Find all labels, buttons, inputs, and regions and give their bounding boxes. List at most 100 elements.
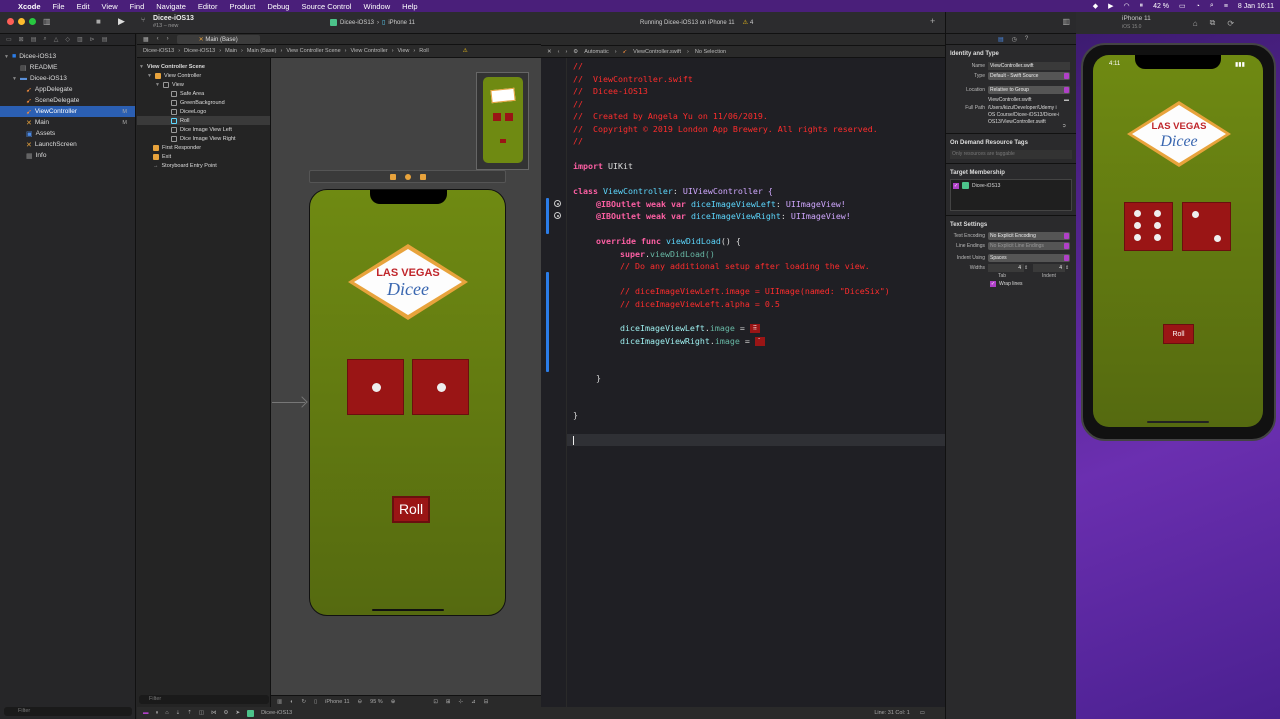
help-icon[interactable]: ?: [1025, 36, 1028, 42]
breadcrumb-item[interactable]: Dicee-iOS13: [143, 48, 174, 54]
view-debugger-icon[interactable]: ◫: [199, 710, 204, 716]
align-icon[interactable]: ⊞: [446, 699, 451, 705]
menu-editor[interactable]: Editor: [198, 2, 218, 11]
odr-tags-field[interactable]: Only resources are taggable: [950, 150, 1072, 159]
control-center-icon[interactable]: ≡: [1224, 3, 1228, 10]
ib-dice-right[interactable]: [412, 359, 469, 415]
back-icon[interactable]: ‹: [157, 36, 159, 42]
dice-six-image-literal[interactable]: ⠿: [749, 324, 760, 333]
menu-clock[interactable]: 8 Jan 16:11: [1238, 3, 1274, 10]
indent-width-field[interactable]: 4: [1033, 264, 1065, 272]
outline-dice-left[interactable]: Dice Image View Left: [137, 125, 270, 134]
close-window-button[interactable]: [7, 18, 14, 25]
screenshot-icon[interactable]: ⧉: [1210, 18, 1216, 28]
grid-icon[interactable]: ▦: [143, 36, 149, 43]
ib-dice-left[interactable]: [347, 359, 404, 415]
outline-toggle-icon[interactable]: ▥: [277, 699, 282, 705]
play-icon[interactable]: ▶: [1108, 2, 1113, 10]
find-icon[interactable]: ⌕: [43, 36, 46, 43]
tab-width-field[interactable]: 4: [988, 264, 1024, 272]
breadcrumb-item[interactable]: View Controller: [351, 48, 388, 54]
outline-filter-input[interactable]: Filter: [139, 695, 269, 704]
nav-item-info[interactable]: ▦ Info: [0, 150, 135, 161]
back-icon[interactable]: ‹: [558, 49, 560, 55]
folder-icon[interactable]: ▬: [1064, 97, 1069, 103]
outlet-connection-icon[interactable]: [554, 212, 561, 219]
menu-view[interactable]: View: [102, 2, 118, 11]
entry-point-arrow[interactable]: [272, 402, 305, 403]
ib-roll-button[interactable]: Roll: [392, 496, 430, 523]
environment-icon[interactable]: ⚙: [224, 710, 229, 716]
reveal-in-finder-icon[interactable]: ➲: [1062, 123, 1066, 129]
pause-icon[interactable]: ⏸: [156, 710, 159, 717]
forward-icon[interactable]: ›: [167, 36, 169, 42]
menu-find[interactable]: Find: [130, 2, 145, 11]
endings-popup[interactable]: No Explicit Line Endings: [988, 242, 1070, 250]
disclosure-icon[interactable]: ▼: [4, 54, 10, 60]
target-checkbox[interactable]: ✓: [953, 182, 959, 189]
device-icon[interactable]: ▯: [314, 699, 317, 705]
disclosure-icon[interactable]: ▼: [147, 73, 153, 79]
outlet-connection-icon[interactable]: [554, 200, 561, 207]
menu-window[interactable]: Window: [363, 2, 390, 11]
warning-icon[interactable]: ⚠: [463, 48, 468, 54]
update-frames-icon[interactable]: ⊡: [433, 699, 438, 705]
step-in-icon[interactable]: ⇣: [176, 710, 181, 716]
assistant-file[interactable]: ViewController.swift: [633, 49, 681, 55]
stepper-icon[interactable]: ⇕: [1024, 265, 1029, 271]
breadcrumb-item[interactable]: Roll: [419, 48, 428, 54]
wrap-checkbox[interactable]: ✓: [990, 281, 996, 287]
memory-graph-icon[interactable]: ⋈: [211, 710, 217, 716]
folder-icon[interactable]: ▭: [6, 36, 12, 43]
exit-icon[interactable]: [419, 173, 426, 180]
panel-toggle-icon[interactable]: ▭: [920, 710, 925, 716]
wifi-icon[interactable]: ◔: [1196, 3, 1200, 10]
embed-icon[interactable]: ⊟: [484, 699, 489, 705]
location-popup[interactable]: Relative to Group: [988, 86, 1070, 94]
breadcrumb-item[interactable]: View Controller Scene: [286, 48, 340, 54]
zoom-in-icon[interactable]: ⊕: [391, 699, 396, 705]
menu-xcode[interactable]: Xcode: [18, 2, 41, 11]
home-icon[interactable]: ⌂: [1193, 19, 1198, 28]
warning-count[interactable]: 4: [750, 20, 753, 26]
stepper-icon[interactable]: ⇕: [1065, 265, 1070, 271]
outline-roll[interactable]: Roll: [137, 116, 270, 125]
disclosure-icon[interactable]: ▼: [139, 64, 145, 70]
add-constraint-icon[interactable]: ⊹: [459, 699, 464, 705]
debug-icon[interactable]: ▥: [77, 36, 83, 43]
first-responder-icon[interactable]: [404, 173, 411, 180]
sim-screen[interactable]: 4:11 ▮▮▮ LAS VEGAS Dicee Roll: [1093, 55, 1263, 427]
nav-item-readme[interactable]: ▤ README: [0, 62, 135, 73]
tab-main-base[interactable]: ✕ Main (Base): [176, 34, 260, 44]
orientation-icon[interactable]: ↻: [302, 699, 307, 705]
scheme-name[interactable]: Dicee-iOS13: [340, 20, 374, 26]
outline-first-responder[interactable]: First Responder: [137, 143, 270, 152]
nav-item-main[interactable]: ✕ Main M: [0, 117, 135, 128]
outline-safe-area[interactable]: Safe Area: [137, 89, 270, 98]
history-icon[interactable]: ◷: [1012, 36, 1017, 43]
menu-edit[interactable]: Edit: [77, 2, 90, 11]
report-icon[interactable]: ▤: [102, 36, 108, 43]
menu-help[interactable]: Help: [402, 2, 417, 11]
breakpoint-icon[interactable]: ⊳: [90, 36, 95, 43]
menu-file[interactable]: File: [53, 2, 65, 11]
stop-icon[interactable]: ■: [96, 17, 101, 26]
inspector-toggle-icon[interactable]: ▥: [1062, 17, 1070, 26]
headphones-icon[interactable]: ◠: [1123, 2, 1129, 10]
menu-debug[interactable]: Debug: [267, 2, 289, 11]
ib-phone-frame[interactable]: LAS VEGAS Dicee Roll: [309, 189, 506, 616]
symbol-icon[interactable]: ▤: [31, 36, 37, 43]
minimize-window-button[interactable]: [18, 18, 25, 25]
zoom-out-icon[interactable]: ⊖: [358, 699, 363, 705]
disclosure-icon[interactable]: ▼: [12, 76, 18, 82]
outline-exit[interactable]: Exit: [137, 152, 270, 161]
pause-icon[interactable]: ⏸: [1140, 2, 1144, 10]
run-icon[interactable]: ▶: [118, 16, 125, 27]
battery-icon[interactable]: ▭: [1179, 2, 1186, 10]
issue-icon[interactable]: △: [54, 36, 59, 43]
outline-dice-right[interactable]: Dice Image View Right: [137, 134, 270, 143]
breadcrumb-item[interactable]: Dicee-iOS13: [184, 48, 215, 54]
sim-roll-button[interactable]: Roll: [1163, 324, 1194, 344]
assistant-mode[interactable]: Automatic: [584, 49, 608, 55]
ib-zoom-level[interactable]: 95 %: [370, 699, 383, 705]
